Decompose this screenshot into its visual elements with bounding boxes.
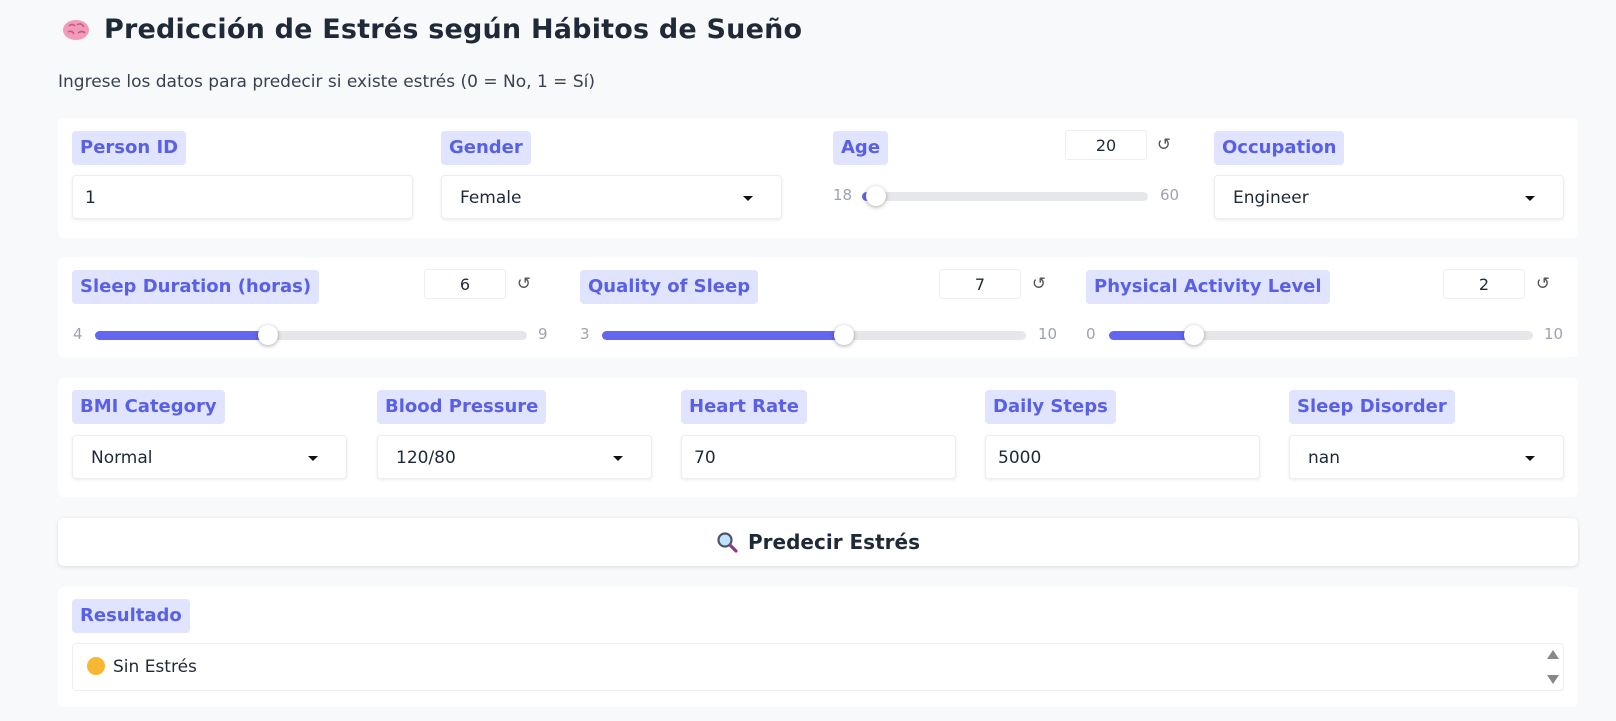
blood-pressure-value: 120/80 (396, 448, 456, 468)
sleep-disorder-select[interactable]: nan (1289, 435, 1564, 479)
physical-activity-label: Physical Activity Level (1086, 270, 1330, 304)
bmi-category-select[interactable]: Normal (72, 435, 347, 479)
physical-activity-reset-icon[interactable]: ↺ (1527, 269, 1559, 299)
heart-rate-input[interactable]: 70 (681, 435, 956, 479)
quality-of-sleep-label: Quality of Sleep (580, 270, 759, 304)
result-label: Resultado (72, 599, 190, 633)
age-reset-icon[interactable]: ↺ (1148, 130, 1180, 160)
brain-icon (62, 18, 90, 42)
sleep-duration-slider[interactable] (95, 325, 527, 345)
smiling-face-icon (87, 657, 105, 675)
row-2-panel: Sleep Duration (horas) 6 ↺ 4 9 Quality o… (58, 257, 1578, 357)
quality-of-sleep-reset-icon[interactable]: ↺ (1023, 269, 1055, 299)
age-slider[interactable] (862, 186, 1148, 206)
age-number-input[interactable]: 20 (1065, 130, 1147, 160)
person-id-label: Person ID (72, 131, 187, 165)
page-subtitle: Ingrese los datos para predecir si exist… (58, 72, 595, 92)
chevron-down-icon (743, 196, 753, 201)
physical-activity-min: 0 (1086, 325, 1096, 343)
magnifier-icon (716, 531, 738, 553)
scroll-down-icon[interactable] (1547, 675, 1559, 684)
quality-of-sleep-slider[interactable] (602, 325, 1026, 345)
predict-button[interactable]: Predecir Estrés (58, 518, 1578, 566)
physical-activity-number-input[interactable]: 2 (1443, 269, 1525, 299)
bmi-category-value: Normal (91, 448, 153, 468)
sleep-duration-max: 9 (538, 325, 548, 343)
person-id-input[interactable]: 1 (72, 175, 413, 219)
physical-activity-slider[interactable] (1109, 325, 1533, 345)
occupation-select[interactable]: Engineer (1214, 175, 1564, 219)
sleep-disorder-label: Sleep Disorder (1289, 390, 1455, 424)
physical-activity-slider-thumb[interactable] (1183, 325, 1204, 345)
row-3-panel: BMI Category Normal Blood Pressure 120/8… (58, 378, 1578, 497)
chevron-down-icon (1525, 456, 1535, 461)
occupation-label: Occupation (1214, 131, 1345, 165)
quality-of-sleep-number-input[interactable]: 7 (939, 269, 1021, 299)
header: Predicción de Estrés según Hábitos de Su… (62, 14, 802, 45)
gender-label: Gender (441, 131, 531, 165)
sleep-duration-slider-thumb[interactable] (257, 325, 278, 345)
blood-pressure-select[interactable]: 120/80 (377, 435, 652, 479)
chevron-down-icon (308, 456, 318, 461)
sleep-duration-number-input[interactable]: 6 (424, 269, 506, 299)
age-label: Age (833, 131, 889, 165)
heart-rate-label: Heart Rate (681, 390, 807, 424)
sleep-disorder-value: nan (1308, 448, 1340, 468)
chevron-down-icon (613, 456, 623, 461)
row-1-panel: Person ID 1 Gender Female Age 20 ↺ 18 60… (58, 118, 1578, 238)
age-min: 18 (833, 186, 853, 204)
quality-of-sleep-slider-fill (602, 331, 845, 340)
age-slider-thumb[interactable] (865, 186, 886, 206)
quality-of-sleep-slider-thumb[interactable] (834, 325, 855, 345)
gender-value: Female (460, 188, 522, 208)
blood-pressure-label: Blood Pressure (377, 390, 547, 424)
daily-steps-label: Daily Steps (985, 390, 1116, 424)
result-panel: Resultado Sin Estrés (58, 587, 1578, 707)
sleep-duration-slider-fill (95, 331, 268, 340)
scroll-up-icon[interactable] (1547, 650, 1559, 659)
sleep-duration-min: 4 (73, 325, 83, 343)
sleep-duration-label: Sleep Duration (horas) (72, 270, 320, 304)
physical-activity-slider-fill (1109, 331, 1194, 340)
physical-activity-max: 10 (1544, 325, 1564, 343)
daily-steps-input[interactable]: 5000 (985, 435, 1260, 479)
page-title: Predicción de Estrés según Hábitos de Su… (104, 14, 803, 45)
age-max: 60 (1160, 186, 1180, 204)
sleep-duration-reset-icon[interactable]: ↺ (508, 269, 540, 299)
predict-button-label: Predecir Estrés (748, 530, 920, 554)
bmi-category-label: BMI Category (72, 390, 225, 424)
quality-of-sleep-min: 3 (580, 325, 590, 343)
gender-select[interactable]: Female (441, 175, 782, 219)
result-output[interactable]: Sin Estrés (72, 643, 1564, 691)
chevron-down-icon (1525, 196, 1535, 201)
quality-of-sleep-max: 10 (1038, 325, 1058, 343)
occupation-value: Engineer (1233, 188, 1309, 208)
result-value: Sin Estrés (113, 657, 197, 677)
